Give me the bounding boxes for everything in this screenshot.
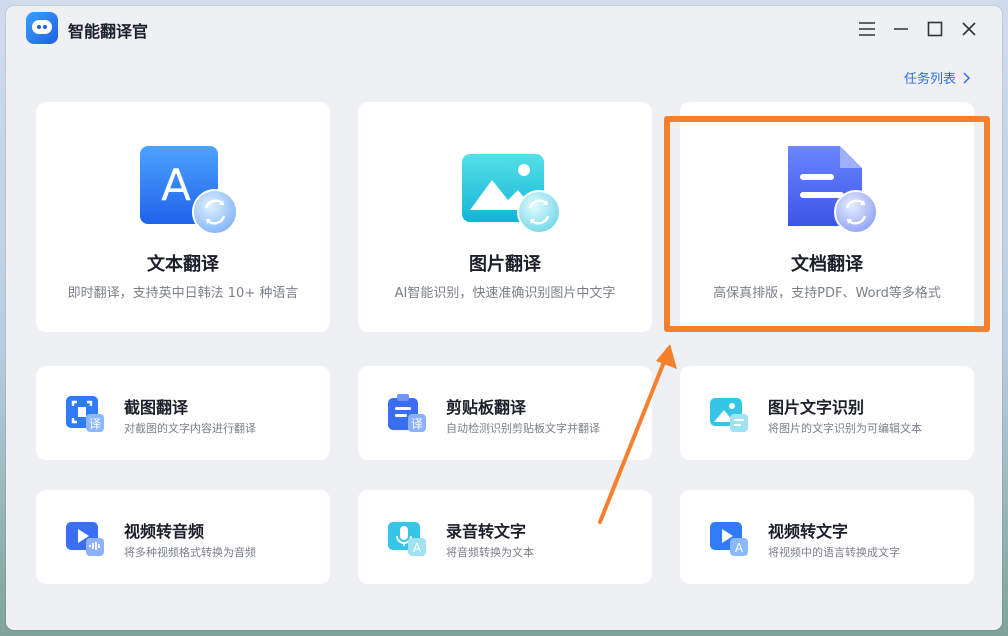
card-description: 即时翻译，支持英中日韩法 10+ 种语言: [67, 286, 299, 301]
svg-text:译: 译: [411, 417, 423, 431]
task-list-label: 任务列表: [903, 72, 956, 87]
card-description: 将视频中的语言转换成文字: [768, 546, 900, 559]
card-description: AI智能识别，快速准确识别图片中文字: [394, 286, 616, 301]
title-bar: 智能翻译官: [6, 6, 1002, 50]
card-description: 对截图的文字内容进行翻译: [124, 422, 256, 435]
card-title: 录音转文字: [446, 522, 527, 541]
card-title: 截图翻译: [124, 398, 189, 417]
image-translate-card[interactable]: 图片翻译 AI智能识别，快速准确识别图片中文字: [358, 102, 652, 332]
card-description: 自动检测识别剪贴板文字并翻译: [446, 422, 600, 435]
svg-text:A: A: [735, 541, 744, 555]
image-translate-icon: [460, 144, 561, 236]
card-description: 高保真排版，支持PDF、Word等多格式: [713, 286, 941, 301]
document-translate-card[interactable]: 文档翻译 高保真排版，支持PDF、Word等多格式: [680, 102, 974, 332]
app-window: 智能翻译官 任务列表 A 文本翻译 即时翻译，支持英中日韩法 10+ 种语言 图…: [6, 6, 1002, 630]
screenshot-translate-card[interactable]: 译 截图翻译 对截图的文字内容进行翻译: [36, 366, 330, 460]
video-to-text-card[interactable]: A 视频转文字 将视频中的语言转换成文字: [680, 490, 974, 584]
image-ocr-card[interactable]: 图片文字识别 将图片的文字识别为可编辑文本: [680, 366, 974, 460]
app-logo-icon: [26, 12, 58, 44]
card-description: 将多种视频格式转换为音频: [124, 546, 256, 559]
card-description: 将图片的文字识别为可编辑文本: [768, 422, 922, 435]
screenshot-translate-icon: 译: [64, 392, 106, 434]
video-to-audio-icon: [64, 516, 106, 558]
task-list-link[interactable]: 任务列表: [904, 68, 970, 87]
menu-icon[interactable]: [854, 16, 880, 42]
svg-text:A: A: [161, 160, 191, 211]
clipboard-translate-card[interactable]: 译 剪贴板翻译 自动检测识别剪贴板文字并翻译: [358, 366, 652, 460]
card-title: 文档翻译: [791, 254, 863, 275]
svg-text:A: A: [413, 541, 422, 555]
card-description: 将音频转换为文本: [446, 546, 534, 559]
text-translate-card[interactable]: A 文本翻译 即时翻译，支持英中日韩法 10+ 种语言: [36, 102, 330, 332]
audio-to-text-card[interactable]: A 录音转文字 将音频转换为文本: [358, 490, 652, 584]
app-title: 智能翻译官: [68, 22, 149, 41]
video-to-audio-card[interactable]: 视频转音频 将多种视频格式转换为音频: [36, 490, 330, 584]
close-icon[interactable]: [956, 16, 982, 42]
card-title: 剪贴板翻译: [446, 398, 527, 417]
card-title: 图片文字识别: [768, 398, 865, 417]
card-title: 视频转音频: [124, 522, 205, 541]
clipboard-translate-icon: 译: [386, 392, 428, 434]
image-ocr-icon: [708, 392, 750, 434]
card-title: 文本翻译: [147, 254, 219, 275]
maximize-icon[interactable]: [922, 16, 948, 42]
card-title: 视频转文字: [768, 522, 849, 541]
video-to-text-icon: A: [708, 516, 750, 558]
chevron-right-icon: [963, 71, 970, 84]
document-translate-icon: [782, 144, 882, 236]
audio-to-text-icon: A: [386, 516, 428, 558]
minimize-icon[interactable]: [888, 16, 914, 42]
text-translate-icon: A: [138, 144, 238, 236]
card-title: 图片翻译: [469, 254, 541, 275]
svg-text:译: 译: [89, 417, 101, 431]
